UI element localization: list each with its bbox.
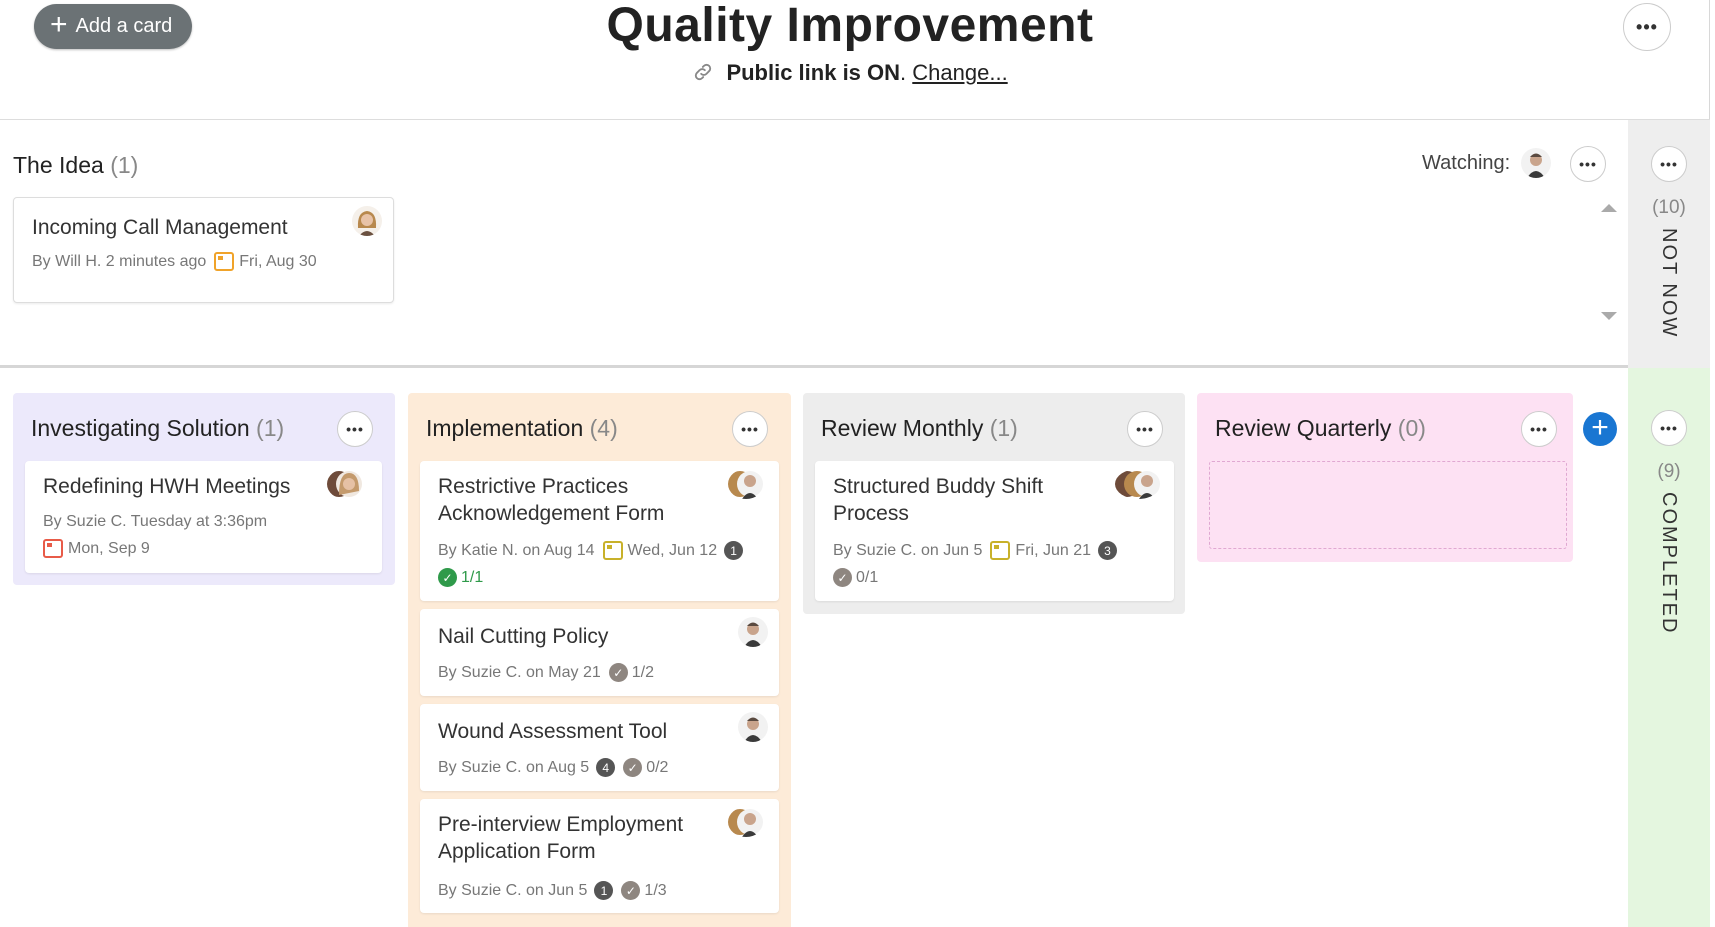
watcher-avatar[interactable]	[1521, 148, 1551, 178]
checklist-check-icon: ✓	[833, 568, 852, 587]
checklist-check-icon: ✓	[438, 568, 457, 587]
card-structured-buddy-shift[interactable]: Structured Buddy Shift Process By Suzie …	[815, 461, 1174, 601]
card-title: Restrictive Practices Acknowledgement Fo…	[438, 475, 665, 525]
calendar-icon	[602, 541, 623, 560]
public-link-text: Public link is ON	[726, 60, 901, 85]
not-now-panel[interactable]: ••• (10) NOT NOW	[1628, 120, 1710, 368]
column-implementation: Implementation (4) ••• Restrictive Pract…	[408, 393, 791, 927]
comment-count-badge: 1	[594, 881, 614, 900]
header-divider	[0, 119, 1710, 120]
column-review-monthly: Review Monthly (1) ••• Structured Buddy …	[803, 393, 1185, 614]
not-now-menu-button[interactable]: •••	[1651, 146, 1687, 182]
card-due: Mon, Sep 9	[43, 539, 150, 558]
checklist-check-icon: ✓	[621, 881, 641, 900]
scroll-up-arrow[interactable]	[1601, 204, 1617, 212]
assignee-avatars	[1115, 469, 1161, 499]
watching-label: Watching:	[1422, 152, 1511, 174]
card-nail-cutting-policy[interactable]: Nail Cutting Policy By Suzie C. on May 2…	[420, 609, 779, 696]
card-title: Nail Cutting Policy	[438, 625, 609, 648]
card-meta: By Suzie C. on May 21 ✓ 1/2	[438, 663, 654, 682]
assignee-avatars	[728, 807, 764, 837]
column-menu-button[interactable]: •••	[1127, 411, 1163, 447]
board-main: + Add a card Quality Improvement Public …	[0, 0, 1710, 927]
board-menu-button[interactable]: •••	[1623, 3, 1671, 51]
assignee-avatar	[738, 617, 768, 647]
board-page: + Add a card Quality Improvement Public …	[0, 0, 1715, 927]
calendar-icon	[214, 252, 235, 271]
column-title: Review Monthly (1)	[821, 415, 1018, 441]
card-incoming-call-management[interactable]: Incoming Call Management By Will H. 2 mi…	[13, 197, 394, 303]
card-meta: By Suzie C. Tuesday at 3:36pm	[43, 513, 268, 530]
assignee-avatar	[738, 712, 768, 742]
card-meta: By Suzie C. on Aug 5 4 ✓ 0/2	[438, 758, 669, 777]
card-meta: By Katie N. on Aug 14 Wed, Jun 12 1	[438, 541, 744, 560]
lane-divider	[0, 365, 1628, 368]
completed-label: COMPLETED	[1658, 492, 1680, 635]
column-menu-button[interactable]: •••	[1521, 411, 1557, 447]
checklist-progress: ✓ 0/1	[833, 568, 878, 587]
completed-count: (9)	[1657, 461, 1681, 482]
checklist-check-icon: ✓	[623, 758, 643, 777]
public-link-status: Public link is ON. Change...	[0, 60, 1700, 86]
card-title: Redefining HWH Meetings	[43, 475, 291, 498]
completed-panel[interactable]: ••• (9) COMPLETED	[1628, 368, 1710, 927]
change-link[interactable]: Change...	[912, 60, 1007, 85]
column-investigating-solution: Investigating Solution (1) ••• Redefinin…	[13, 393, 395, 585]
column-title: Investigating Solution (1)	[31, 415, 285, 441]
assignee-avatars	[728, 469, 764, 499]
card-pre-interview-employment[interactable]: Pre-interview Employment Application For…	[420, 799, 779, 913]
idea-lane-menu-button[interactable]: •••	[1570, 146, 1606, 182]
calendar-icon	[43, 539, 63, 558]
comment-count-badge: 4	[596, 758, 616, 777]
scroll-down-arrow[interactable]	[1601, 312, 1617, 320]
add-column-button[interactable]: +	[1583, 412, 1617, 446]
completed-menu-button[interactable]: •••	[1651, 410, 1687, 446]
assignee-avatars	[327, 469, 363, 499]
card-redefining-hwh-meetings[interactable]: Redefining HWH Meetings By Suzie C. Tues…	[25, 461, 382, 573]
comment-count-badge: 3	[1098, 541, 1118, 560]
comment-count-badge: 1	[724, 541, 744, 560]
not-now-count: (10)	[1652, 197, 1686, 218]
column-title: Implementation (4)	[426, 415, 618, 441]
empty-column-dropzone[interactable]	[1209, 461, 1567, 549]
idea-lane-title: The Idea (1)	[13, 152, 139, 178]
column-menu-button[interactable]: •••	[337, 411, 373, 447]
calendar-icon	[990, 541, 1011, 560]
card-meta: By Will H. 2 minutes ago Fri, Aug 30	[32, 252, 317, 271]
board-title: Quality Improvement	[606, 0, 1094, 52]
card-wound-assessment-tool[interactable]: Wound Assessment Tool By Suzie C. on Aug…	[420, 704, 779, 791]
card-meta: By Suzie C. on Jun 5 Fri, Jun 21 3	[833, 541, 1118, 560]
not-now-label: NOT NOW	[1658, 228, 1680, 339]
assignee-avatar	[352, 206, 382, 236]
checklist-check-icon: ✓	[608, 663, 628, 682]
card-title: Structured Buddy Shift Process	[833, 475, 1044, 525]
card-restrictive-practices[interactable]: Restrictive Practices Acknowledgement Fo…	[420, 461, 779, 601]
column-title: Review Quarterly (0)	[1215, 415, 1426, 441]
link-icon	[692, 60, 720, 85]
checklist-progress: ✓ 1/1	[438, 568, 483, 587]
column-review-quarterly: Review Quarterly (0) •••	[1197, 393, 1573, 562]
column-menu-button[interactable]: •••	[732, 411, 768, 447]
card-meta: By Suzie C. on Jun 5 1 ✓ 1/3	[438, 881, 667, 900]
card-title: Pre-interview Employment Application For…	[438, 813, 684, 863]
card-title: Incoming Call Management	[32, 216, 288, 239]
card-title: Wound Assessment Tool	[438, 720, 668, 743]
